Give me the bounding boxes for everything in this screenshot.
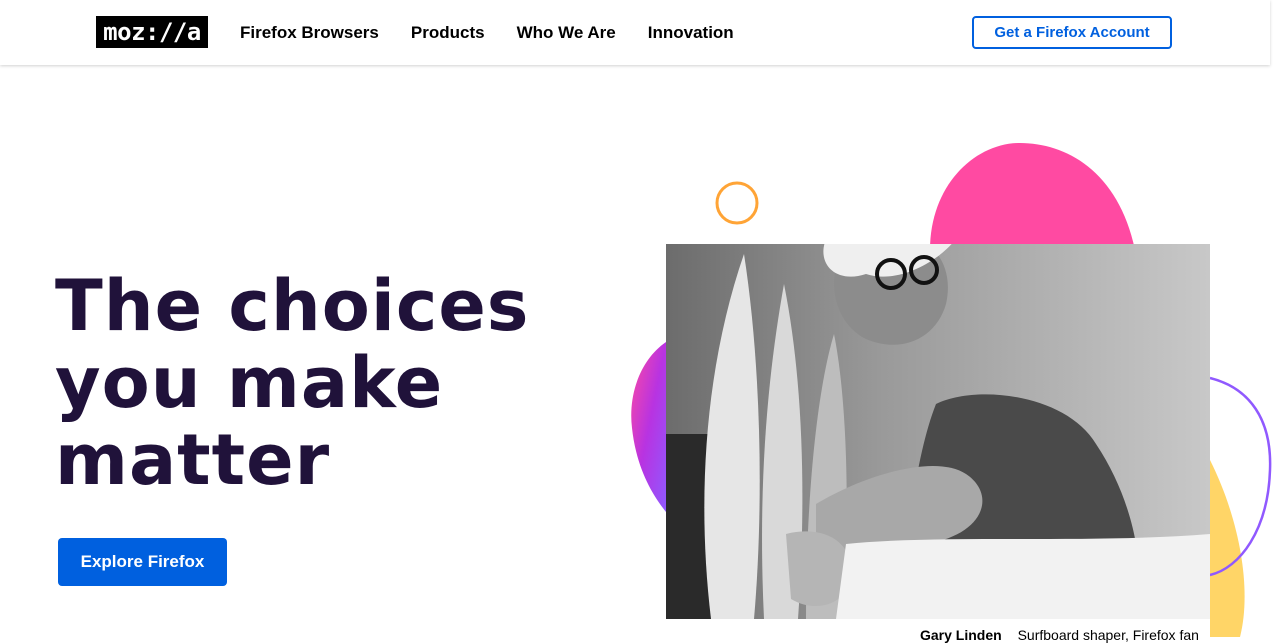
caption-role: Surfboard shaper, Firefox fan xyxy=(1017,627,1199,643)
nav-item-products[interactable]: Products xyxy=(411,0,485,65)
main-nav: Firefox Browsers Products Who We Are Inn… xyxy=(240,0,766,65)
purple-gradient-blob xyxy=(631,342,666,512)
nav-item-who-we-are[interactable]: Who We Are xyxy=(517,0,616,65)
nav-item-innovation[interactable]: Innovation xyxy=(648,0,734,65)
yellow-blob-shape xyxy=(1210,460,1245,637)
mozilla-logo[interactable]: moz://a xyxy=(96,16,208,48)
photo-caption: Gary Linden Surfboard shaper, Firefox fa… xyxy=(920,627,1199,643)
hero-photo xyxy=(666,244,1210,619)
orange-ring-circle xyxy=(715,181,759,225)
get-firefox-account-button[interactable]: Get a Firefox Account xyxy=(972,16,1172,49)
caption-name: Gary Linden xyxy=(920,627,1002,643)
site-header: moz://a Firefox Browsers Products Who We… xyxy=(0,0,1270,65)
nav-item-firefox-browsers[interactable]: Firefox Browsers xyxy=(240,0,379,65)
pink-blob-shape xyxy=(930,143,1135,250)
surfboard-shaper-photo xyxy=(666,244,1210,619)
